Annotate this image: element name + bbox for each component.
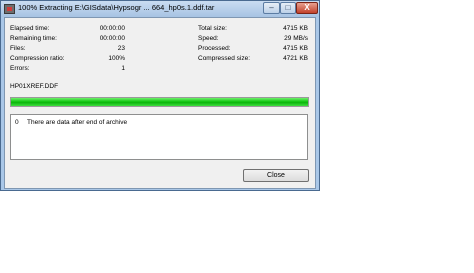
log-number: 0 [15,119,19,126]
processed-value: 4715 KB [283,45,308,52]
progress-bar-fill [11,98,308,106]
compression-ratio-value: 100% [108,55,125,62]
extraction-window: 100% Extracting E:\GISdata\Hypsogr ... 6… [0,0,320,191]
elapsed-time-value: 00:00:00 [99,25,125,32]
speed-value: 29 MB/s [284,35,308,42]
current-file-name: HP01XREF.DDF [10,83,59,90]
total-size-label: Total size: [198,25,227,32]
compressed-size-label: Compressed size: [198,55,251,62]
compression-ratio-label: Compression ratio: [10,55,65,62]
progress-bar [10,97,309,107]
minimize-button[interactable]: – [263,2,280,14]
errors-value: 1 [121,65,125,72]
title-bar[interactable]: 100% Extracting E:\GISdata\Hypsogr ... 6… [1,1,319,17]
files-label: Files: [10,45,26,52]
window-title: 100% Extracting E:\GISdata\Hypsogr ... 6… [18,3,215,12]
message-log[interactable]: 0 There are data after end of archive [10,114,308,160]
remaining-time-value: 00:00:00 [99,35,125,42]
remaining-time-label: Remaining time: [10,35,57,42]
elapsed-time-label: Elapsed time: [10,25,50,32]
processed-label: Processed: [198,45,231,52]
archive-app-icon [4,4,15,14]
errors-label: Errors: [10,65,30,72]
speed-label: Speed: [198,35,219,42]
total-size-value: 4715 KB [283,25,308,32]
files-value: 23 [117,45,125,52]
maximize-button[interactable]: □ [280,2,296,14]
log-message: There are data after end of archive [27,119,128,126]
close-window-button[interactable]: X [296,2,318,14]
compressed-size-value: 4721 KB [283,55,308,62]
log-row[interactable]: 0 There are data after end of archive [11,118,307,127]
dialog-body: Elapsed time: 00:00:00 Remaining time: 0… [4,17,316,189]
close-button[interactable]: Close [243,169,309,182]
